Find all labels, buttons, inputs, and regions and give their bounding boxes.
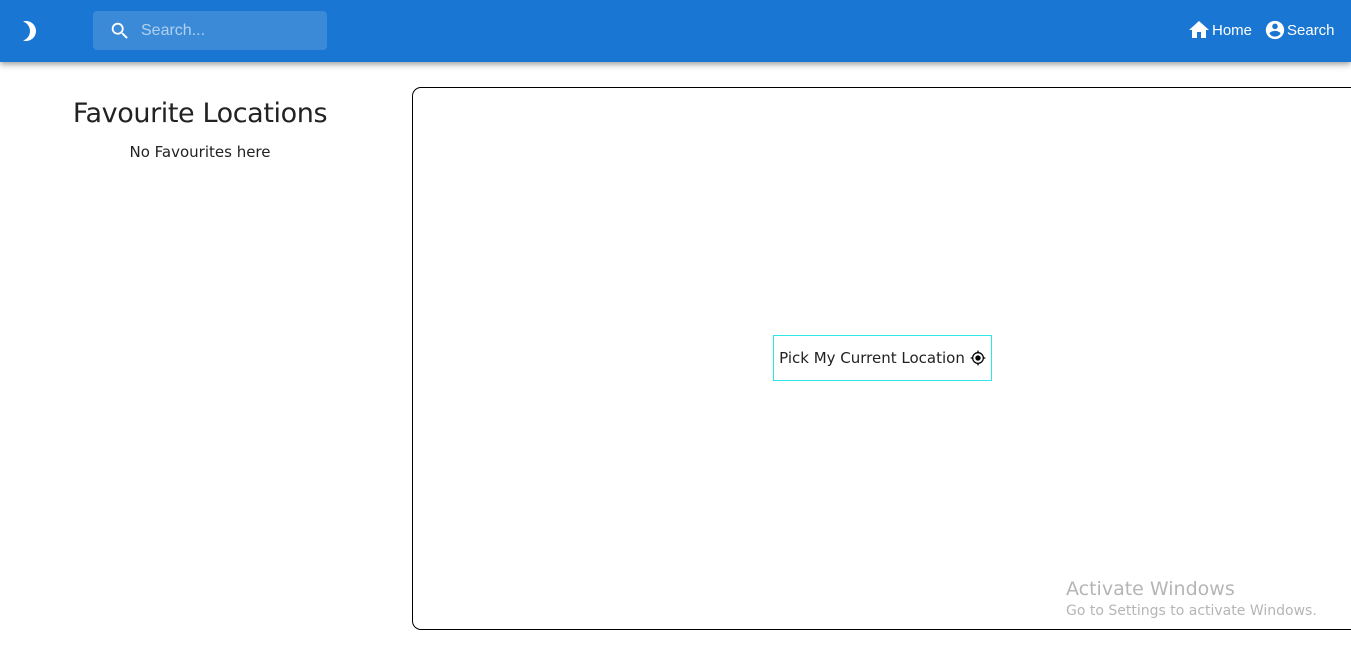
search-bar (93, 11, 327, 50)
theme-toggle-button[interactable] (16, 17, 44, 45)
search-icon (111, 22, 128, 39)
favourites-empty-message: No Favourites here (129, 143, 271, 161)
moon-icon (23, 21, 36, 41)
activate-windows-subtitle: Go to Settings to activate Windows. (1066, 603, 1317, 619)
nav-search-label: Search (1287, 21, 1335, 39)
search-input[interactable] (141, 11, 321, 50)
home-icon (1189, 21, 1209, 38)
nav-home-label: Home (1212, 21, 1253, 39)
nav-home-link[interactable]: Home (1187, 18, 1252, 42)
pick-current-location-label: Pick My Current Location (779, 349, 965, 367)
activate-windows-title: Activate Windows (1066, 578, 1235, 600)
favourites-title: Favourite Locations (72, 98, 328, 129)
my-location-icon (970, 350, 986, 366)
app-bar: Home Search (0, 0, 1351, 62)
pick-current-location-button[interactable]: Pick My Current Location (773, 335, 992, 381)
nav-search-link[interactable]: Search (1264, 18, 1335, 42)
account-circle-icon (1265, 20, 1285, 40)
